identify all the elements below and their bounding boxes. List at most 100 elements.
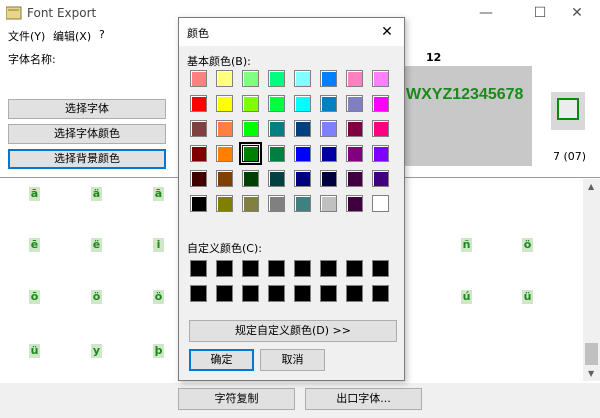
basic-color-swatch[interactable] bbox=[320, 95, 337, 112]
custom-color-swatch[interactable] bbox=[268, 260, 285, 277]
basic-color-swatch[interactable] bbox=[372, 120, 389, 137]
basic-color-swatch[interactable] bbox=[216, 170, 233, 187]
cancel-button[interactable]: 取消 bbox=[260, 349, 325, 371]
basic-color-swatch[interactable] bbox=[294, 120, 311, 137]
basic-color-swatch[interactable] bbox=[320, 145, 337, 162]
menu-edit[interactable]: 编辑(X) bbox=[53, 28, 91, 44]
basic-color-swatch[interactable] bbox=[268, 95, 285, 112]
basic-color-swatch[interactable] bbox=[346, 195, 363, 212]
dialog-close-button[interactable]: ✕ bbox=[377, 22, 397, 42]
basic-color-swatch[interactable] bbox=[190, 70, 207, 87]
basic-color-swatch[interactable] bbox=[239, 142, 262, 165]
basic-color-swatch[interactable] bbox=[190, 170, 207, 187]
menu-file[interactable]: 文件(Y) bbox=[8, 28, 45, 44]
basic-color-swatch[interactable] bbox=[294, 145, 311, 162]
glyph-cell[interactable]: þ bbox=[153, 344, 164, 358]
close-button[interactable]: ✕ bbox=[554, 0, 600, 27]
glyph-cell[interactable]: ü bbox=[522, 290, 533, 304]
basic-color-swatch[interactable] bbox=[372, 170, 389, 187]
glyph-cell[interactable]: ö bbox=[522, 238, 533, 252]
basic-color-swatch[interactable] bbox=[294, 95, 311, 112]
custom-color-swatch[interactable] bbox=[190, 260, 207, 277]
glyph-cell[interactable]: i bbox=[153, 238, 164, 252]
custom-color-swatch[interactable] bbox=[242, 260, 259, 277]
basic-color-swatch[interactable] bbox=[216, 195, 233, 212]
custom-color-swatch[interactable] bbox=[372, 260, 389, 277]
copy-character-button[interactable]: 字符复制 bbox=[178, 388, 295, 410]
glyph-cell[interactable]: ú bbox=[461, 290, 472, 304]
glyph-cell[interactable]: y bbox=[91, 344, 102, 358]
glyph-cell[interactable]: ä bbox=[91, 187, 102, 201]
custom-color-swatch[interactable] bbox=[372, 285, 389, 302]
basic-color-swatch[interactable] bbox=[294, 170, 311, 187]
basic-color-swatch[interactable] bbox=[320, 195, 337, 212]
glyph-cell[interactable]: ñ bbox=[461, 238, 472, 252]
glyph-cell[interactable]: ö bbox=[153, 290, 164, 304]
custom-color-swatch[interactable] bbox=[216, 260, 233, 277]
color-index-label: 7 (07) bbox=[553, 150, 587, 163]
basic-color-swatch[interactable] bbox=[294, 195, 311, 212]
basic-color-swatch[interactable] bbox=[294, 70, 311, 87]
basic-color-swatch[interactable] bbox=[190, 145, 207, 162]
glyph-cell[interactable]: ō bbox=[29, 290, 40, 304]
basic-color-swatch[interactable] bbox=[216, 120, 233, 137]
choose-font-button[interactable]: 选择字体 bbox=[8, 99, 166, 119]
glyph-cell[interactable]: ā bbox=[29, 187, 40, 201]
glyph-cell[interactable]: ē bbox=[29, 238, 40, 252]
scroll-thumb[interactable] bbox=[585, 343, 598, 365]
glyph-cell[interactable]: ü bbox=[29, 344, 40, 358]
basic-color-swatch[interactable] bbox=[346, 120, 363, 137]
scroll-down-icon[interactable]: ▼ bbox=[588, 369, 594, 378]
basic-color-swatch[interactable] bbox=[372, 195, 389, 212]
export-font-button[interactable]: 出口字体... bbox=[305, 388, 422, 410]
basic-color-swatch[interactable] bbox=[242, 120, 259, 137]
basic-color-swatch[interactable] bbox=[346, 95, 363, 112]
custom-color-swatch[interactable] bbox=[320, 285, 337, 302]
basic-color-swatch[interactable] bbox=[268, 170, 285, 187]
custom-color-swatch[interactable] bbox=[216, 285, 233, 302]
custom-color-swatch[interactable] bbox=[268, 285, 285, 302]
choose-background-color-button[interactable]: 选择背景颜色 bbox=[8, 149, 166, 169]
basic-color-swatch[interactable] bbox=[372, 145, 389, 162]
basic-color-swatch[interactable] bbox=[268, 70, 285, 87]
menu-help[interactable]: ? bbox=[99, 28, 105, 41]
font-preview-text: WXYZ12345678 bbox=[406, 86, 524, 103]
basic-color-swatch[interactable] bbox=[268, 195, 285, 212]
glyph-cell[interactable]: ö bbox=[91, 290, 102, 304]
basic-color-swatch[interactable] bbox=[216, 70, 233, 87]
custom-color-swatch[interactable] bbox=[242, 285, 259, 302]
custom-color-swatch[interactable] bbox=[320, 260, 337, 277]
custom-color-swatch[interactable] bbox=[190, 285, 207, 302]
basic-color-swatch[interactable] bbox=[320, 170, 337, 187]
basic-color-swatch[interactable] bbox=[320, 120, 337, 137]
glyph-cell[interactable]: ā bbox=[153, 187, 164, 201]
custom-color-swatch[interactable] bbox=[294, 285, 311, 302]
glyph-cell[interactable]: ë bbox=[91, 238, 102, 252]
basic-color-swatch[interactable] bbox=[372, 95, 389, 112]
basic-color-swatch[interactable] bbox=[346, 170, 363, 187]
basic-color-swatch[interactable] bbox=[346, 145, 363, 162]
basic-color-swatch[interactable] bbox=[268, 120, 285, 137]
basic-color-swatch[interactable] bbox=[242, 70, 259, 87]
basic-color-swatch[interactable] bbox=[320, 70, 337, 87]
custom-color-swatch[interactable] bbox=[346, 260, 363, 277]
ok-button[interactable]: 确定 bbox=[189, 349, 254, 371]
basic-color-swatch[interactable] bbox=[242, 170, 259, 187]
vertical-scrollbar[interactable]: ▲ ▼ bbox=[583, 179, 600, 381]
basic-color-swatch[interactable] bbox=[190, 95, 207, 112]
basic-color-swatch[interactable] bbox=[242, 95, 259, 112]
custom-color-swatch[interactable] bbox=[346, 285, 363, 302]
custom-color-swatch[interactable] bbox=[294, 260, 311, 277]
basic-color-swatch[interactable] bbox=[190, 195, 207, 212]
basic-color-swatch[interactable] bbox=[190, 120, 207, 137]
choose-font-color-button[interactable]: 选择字体颜色 bbox=[8, 124, 166, 144]
minimize-button[interactable]: — bbox=[463, 0, 509, 27]
scroll-up-icon[interactable]: ▲ bbox=[588, 182, 594, 191]
basic-color-swatch[interactable] bbox=[242, 195, 259, 212]
basic-color-swatch[interactable] bbox=[346, 70, 363, 87]
basic-color-swatch[interactable] bbox=[216, 145, 233, 162]
basic-color-swatch[interactable] bbox=[372, 70, 389, 87]
basic-color-swatch[interactable] bbox=[268, 145, 285, 162]
basic-color-swatch[interactable] bbox=[216, 95, 233, 112]
define-custom-colors-button[interactable]: 规定自定义颜色(D) >> bbox=[189, 320, 397, 342]
